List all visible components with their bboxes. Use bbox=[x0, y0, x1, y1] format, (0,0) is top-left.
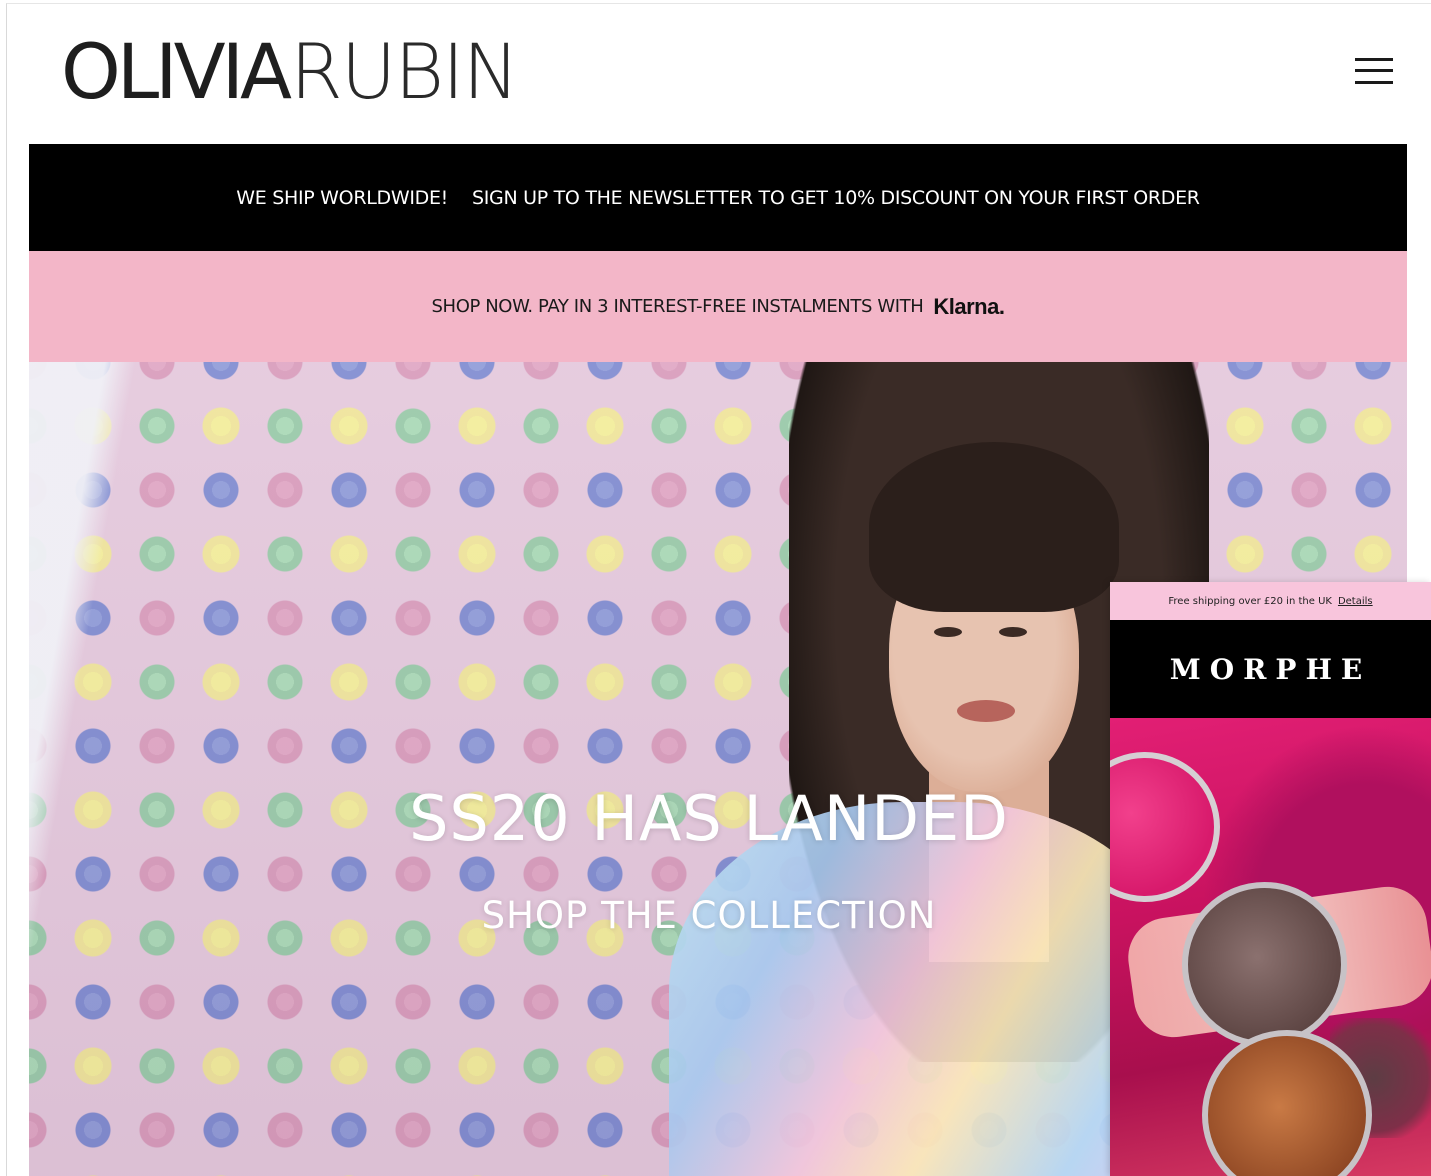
model-eye bbox=[934, 627, 962, 637]
menu-line bbox=[1355, 58, 1393, 61]
logo-olivia: OLIVIA bbox=[61, 27, 292, 116]
ad-brand-logo: MORPHE bbox=[1169, 652, 1372, 686]
model-lips bbox=[957, 700, 1015, 722]
site-header: OLIVIARUBIN bbox=[7, 4, 1431, 144]
logo-rubin: RUBIN bbox=[289, 27, 519, 116]
klarna-text: SHOP NOW. PAY IN 3 INTEREST-FREE INSTALM… bbox=[431, 296, 924, 317]
menu-line bbox=[1355, 69, 1393, 72]
newsletter-announcement[interactable]: SIGN UP TO THE NEWSLETTER TO GET 10% DIS… bbox=[472, 187, 1200, 209]
ad-brand-bar: MORPHE bbox=[1110, 620, 1431, 718]
ad-eyeshadow-pan bbox=[1182, 882, 1347, 1047]
shipping-announcement: WE SHIP WORLDWIDE! bbox=[236, 186, 448, 209]
hamburger-menu-icon[interactable] bbox=[1355, 56, 1395, 86]
model-eye bbox=[999, 627, 1027, 637]
announcement-bar: WE SHIP WORLDWIDE! SIGN UP TO THE NEWSLE… bbox=[29, 144, 1407, 251]
model-bangs bbox=[869, 442, 1119, 612]
ad-shipping-bar: Free shipping over £20 in the UK Details bbox=[1110, 582, 1431, 620]
ad-details-link[interactable]: Details bbox=[1338, 596, 1373, 607]
site-logo[interactable]: OLIVIARUBIN bbox=[61, 32, 519, 112]
klarna-banner[interactable]: SHOP NOW. PAY IN 3 INTEREST-FREE INSTALM… bbox=[29, 251, 1407, 362]
morphe-ad[interactable]: Free shipping over £20 in the UK Details… bbox=[1110, 582, 1431, 1176]
klarna-logo: Klarna. bbox=[933, 293, 1005, 319]
menu-line bbox=[1355, 81, 1393, 84]
ad-shipping-text: Free shipping over £20 in the UK bbox=[1168, 595, 1332, 607]
